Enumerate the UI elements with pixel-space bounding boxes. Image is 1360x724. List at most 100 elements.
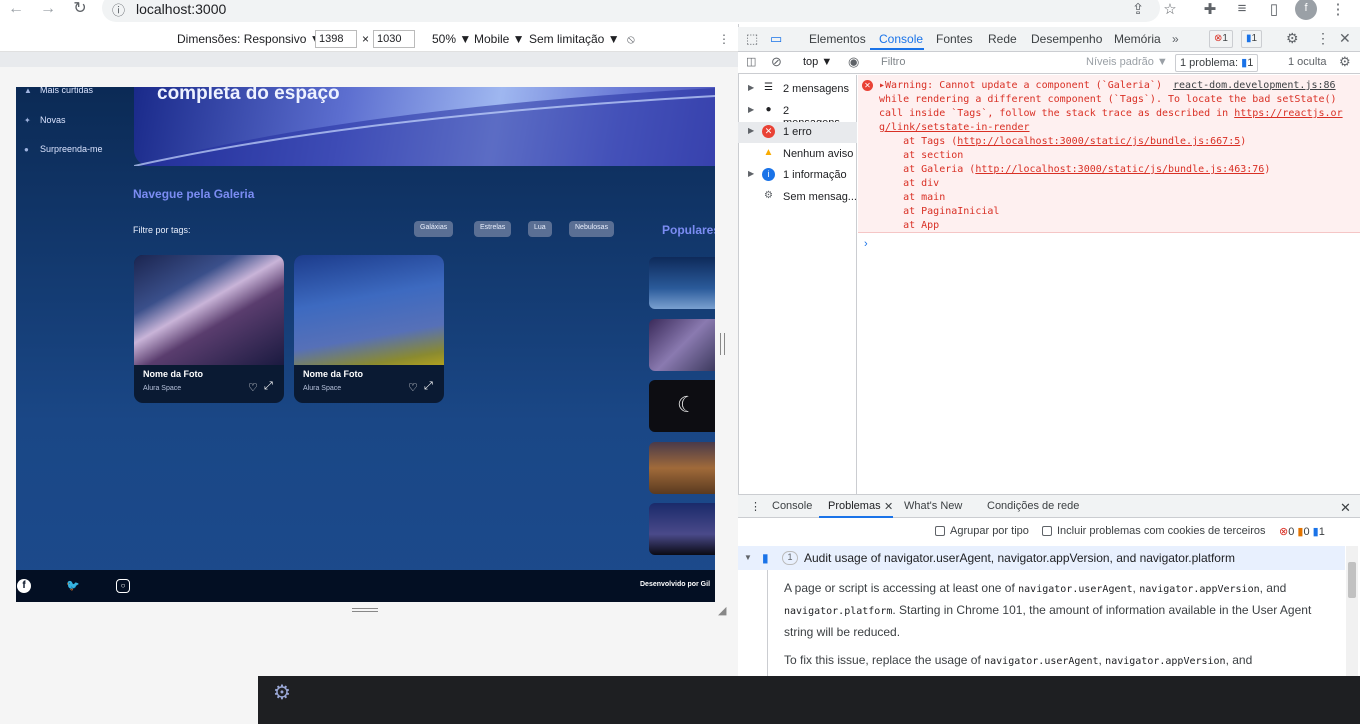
tag-moon[interactable]: Lua [528, 221, 552, 237]
inspect-icon[interactable]: ⬚ [746, 31, 758, 47]
sidebar-user-messages[interactable]: ▶●2 mensagens... [738, 101, 857, 129]
rotate-icon[interactable]: ⦸ [627, 32, 635, 47]
more-tabs-icon[interactable]: » [1172, 32, 1179, 46]
message-count: 1 [1251, 33, 1258, 44]
photo-card[interactable]: Nome da Foto Alura Space ♡ ⤢ [294, 255, 444, 403]
expand-icon[interactable]: ⤢ [424, 380, 433, 393]
stack-link[interactable]: http://localhost:3000/static/js/bundle.j… [957, 136, 1240, 147]
close-icon[interactable]: ✕ [1339, 30, 1351, 47]
sidebar-warnings[interactable]: ▲ Nenhum aviso [738, 144, 857, 165]
tab-console[interactable]: Console [879, 32, 923, 46]
star-icon[interactable]: ☆ [1159, 0, 1181, 18]
error-source-link[interactable]: react-dom.development.js:86 [1173, 80, 1336, 91]
share-icon[interactable]: ⇪ [1127, 0, 1149, 18]
tab-performance[interactable]: Desempenho [1031, 32, 1102, 46]
drawer-menu-icon[interactable]: ⋮ [750, 500, 761, 513]
card-source: Alura Space [303, 385, 342, 392]
stack-text: at Tags ( [879, 136, 958, 147]
popular-photo[interactable] [649, 257, 715, 309]
third-party-checkbox[interactable] [1042, 526, 1052, 536]
tab-memory[interactable]: Memória [1114, 32, 1161, 46]
drawer-tab-network-conditions[interactable]: Condições de rede [987, 500, 1079, 512]
url-text[interactable]: localhost:3000 [136, 1, 226, 17]
sidebar-verbose[interactable]: ⚙ Sem mensag... [738, 187, 857, 208]
console-prompt[interactable]: › [864, 238, 868, 250]
sidebar-errors[interactable]: ▶ ✕ 1 erro [738, 122, 857, 143]
throttle-select[interactable]: Sem limitação ▼ [529, 32, 620, 46]
popular-photo[interactable]: ☾ [649, 380, 715, 432]
settings-icon[interactable]: ⚙ [1286, 30, 1299, 47]
close-drawer-icon[interactable]: ✕ [1340, 500, 1351, 516]
sidebar-messages[interactable]: ▶ ☰ 2 mensagens [738, 79, 857, 100]
popular-photo[interactable] [649, 319, 715, 371]
tab-network[interactable]: Rede [988, 32, 1017, 46]
message-badge[interactable]: ▮1 [1241, 30, 1263, 48]
nav-item-surprise[interactable]: ● Surpreenda-me [24, 144, 103, 154]
eye-icon[interactable]: ◉ [848, 54, 859, 70]
heart-icon[interactable]: ♡ [248, 381, 258, 394]
menu-icon[interactable]: ⋮ [1327, 0, 1349, 18]
device-type-select[interactable]: Mobile ▼ [474, 32, 525, 46]
photo-card[interactable]: Nome da Foto Alura Space ♡ ⤢ [134, 255, 284, 403]
console-filter-input[interactable]: Filtro [877, 54, 1077, 72]
resize-handle-bottom[interactable] [352, 608, 378, 612]
nav-item-most-liked[interactable]: ▲ Mais curtidas [24, 87, 93, 95]
levels-select[interactable]: Níveis padrão ▼ [1086, 56, 1168, 68]
context-select[interactable]: top ▼ [803, 56, 832, 68]
arrow-back-icon[interactable]: ← [4, 0, 28, 20]
expand-icon[interactable]: ⤢ [264, 380, 273, 393]
zoom-select[interactable]: 50% ▼ [432, 32, 471, 46]
media-icon[interactable]: ≡ [1231, 0, 1253, 18]
width-input[interactable]: 1398 [315, 30, 357, 48]
address-bar[interactable] [102, 0, 1160, 22]
instagram-icon[interactable]: ○ [116, 579, 130, 593]
heart-icon[interactable]: ♡ [408, 381, 418, 394]
sidebar-toggle-icon[interactable]: ◫ [746, 55, 756, 68]
twitter-icon[interactable]: 🐦 [66, 579, 80, 593]
height-input[interactable]: 1030 [373, 30, 415, 48]
tag-galaxies[interactable]: Galáxias [414, 221, 454, 237]
arrow-forward-icon[interactable]: → [36, 0, 60, 20]
error-icon: ✕ [762, 125, 775, 138]
facebook-icon[interactable]: f [17, 579, 31, 593]
code: navigator.platform [784, 606, 893, 617]
card-title: Nome da Foto [303, 369, 363, 379]
device-toggle-icon[interactable]: ▭ [770, 31, 782, 47]
gear-icon[interactable]: ⚙ [268, 680, 296, 708]
dimensions-select[interactable]: Dimensões: Responsivo ▼ [177, 32, 322, 46]
drawer-tab-problems[interactable]: Problemas [828, 500, 881, 512]
group-by-checkbox[interactable] [935, 526, 945, 536]
resize-handle-right[interactable] [720, 333, 725, 355]
clear-console-icon[interactable]: ⊘ [771, 54, 782, 70]
info-icon[interactable]: ⓘ [112, 0, 125, 19]
stack-link[interactable]: http://localhost:3000/static/js/bundle.j… [975, 164, 1264, 175]
tag-nebulas[interactable]: Nebulosas [569, 221, 615, 237]
drawer-tab-console[interactable]: Console [772, 500, 812, 512]
popular-photo[interactable] [649, 503, 715, 555]
problems-button[interactable]: 1 problema: ▮1 [1175, 54, 1259, 72]
resize-corner-icon[interactable]: ◢ [718, 604, 726, 617]
tab-elements[interactable]: Elementos [809, 32, 866, 46]
extensions-icon[interactable]: ✚ [1199, 0, 1221, 18]
scrollbar-thumb[interactable] [1348, 562, 1356, 598]
close-tab-icon[interactable]: ✕ [884, 500, 893, 513]
tab-sources[interactable]: Fontes [936, 32, 973, 46]
docs-link-continued[interactable]: g/link/setstate-in-render [879, 122, 1030, 133]
popular-photo[interactable] [649, 442, 715, 494]
problems-count: 1 [1247, 57, 1254, 69]
nav-item-new[interactable]: ✦ Novas [24, 115, 66, 125]
docs-link[interactable]: https://reactjs.or [1234, 108, 1342, 119]
reload-icon[interactable]: ↻ [68, 0, 92, 20]
app-page: completa do espaço ▲ Mais curtidas ✦ Novas… [16, 87, 715, 602]
tag-stars[interactable]: Estrelas [474, 221, 512, 237]
collapse-arrow-icon[interactable]: ▼ [744, 553, 752, 562]
text: , and [1225, 653, 1253, 667]
more-options-icon[interactable]: ⋮ [718, 32, 730, 46]
error-badge[interactable]: ⊗1 [1209, 30, 1233, 48]
drawer-tab-whats-new[interactable]: What's New [904, 500, 962, 512]
devtools-menu-icon[interactable]: ⋮ [1316, 30, 1330, 47]
sidebar-info[interactable]: ▶ i 1 informação [738, 165, 857, 186]
console-settings-icon[interactable]: ⚙ [1339, 54, 1351, 70]
warning-count: 0 [1303, 526, 1310, 538]
sidebar-icon[interactable]: ▯ [1263, 0, 1285, 18]
